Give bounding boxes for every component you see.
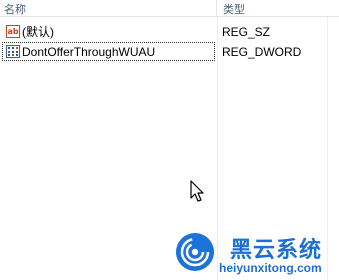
- value-name: DontOfferThroughWUAU: [22, 45, 156, 59]
- watermark-url: heiyunxitong.com: [219, 261, 322, 275]
- list-header: 名称 类型: [0, 0, 339, 17]
- string-value-icon: ab: [6, 25, 20, 38]
- watermark-title: 黑云系统: [230, 238, 323, 263]
- column-header-name[interactable]: 名称: [0, 0, 217, 16]
- value-type: REG_SZ: [222, 25, 271, 39]
- swirl-logo-icon: [176, 233, 214, 271]
- value-name-cell[interactable]: DontOfferThroughWUAU: [2, 42, 215, 61]
- column-header-name-label: 名称: [4, 4, 26, 16]
- watermark: 黑云系统 heiyunxitong.com: [170, 230, 339, 280]
- column-header-type[interactable]: 类型: [217, 0, 339, 16]
- list-item[interactable]: ab (默认) REG_SZ: [0, 22, 339, 42]
- value-name-cell[interactable]: ab (默认): [2, 22, 215, 41]
- binary-value-icon: [6, 45, 20, 58]
- value-name: (默认): [22, 25, 54, 39]
- value-type: REG_DWORD: [222, 45, 302, 59]
- mouse-pointer-icon: [190, 180, 206, 204]
- column-header-type-label: 类型: [223, 4, 245, 16]
- list-item[interactable]: DontOfferThroughWUAU REG_DWORD: [0, 42, 339, 62]
